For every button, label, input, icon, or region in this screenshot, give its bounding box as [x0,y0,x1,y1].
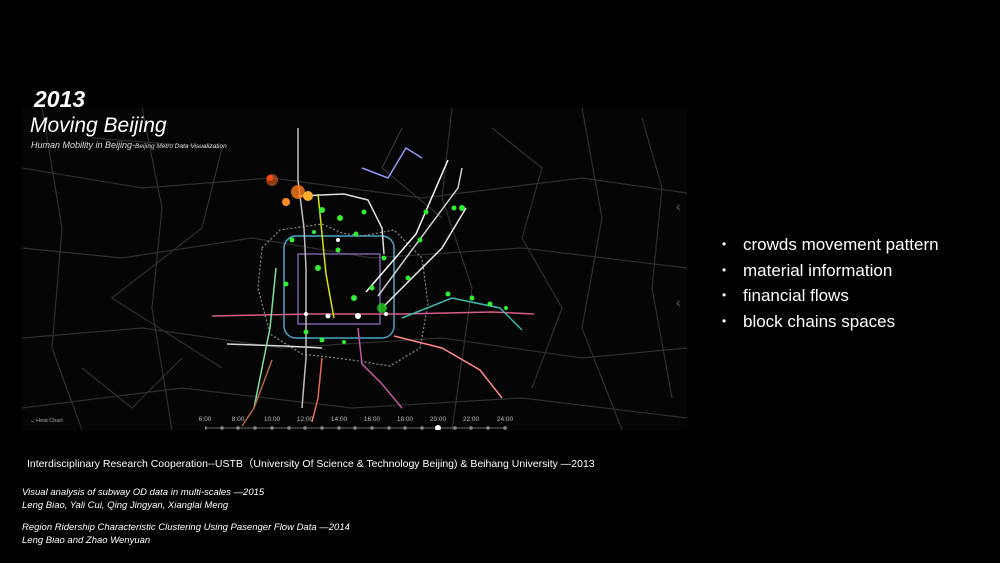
slider-handle[interactable] [435,425,441,430]
chevron-down-icon: ⌄ [30,418,35,424]
bullet-dot-icon: • [722,262,727,277]
reference-title: Region Ridership Characteristic Clusteri… [22,522,350,533]
visualization-title: Moving Beijing [30,114,167,137]
changping-line [361,146,423,179]
subtitle-small: Beijing Metro Data Visualization [135,143,227,150]
time-tick: 6:00 [198,416,212,423]
northeast-line-2 [377,167,463,297]
credit-line: Interdisciplinary Research Cooperation--… [27,458,595,470]
yizhuang-line [393,335,503,399]
fangshan-line [311,357,323,423]
bullet-list: • crowds movement pattern • material infor… [722,232,939,334]
time-tick: 20:00 [429,416,447,423]
heat-chart-label: Heat Chart [36,418,63,424]
visualization-subtitle: Human Mobility in Beijing-Beijing Metro … [31,140,227,150]
chevron-left-icon[interactable]: ‹ [676,294,681,310]
bullet-item: • crowds movement pattern [722,232,939,258]
time-tick: 16:00 [363,416,381,423]
time-tick: 8:00 [231,416,245,423]
south-line [357,327,403,409]
metro-map [22,108,687,430]
bullet-item: • material information [722,258,939,284]
western-line [297,128,307,409]
time-slider[interactable]: 6:00 8:00 10:00 12:00 14:00 16:00 18:00 … [199,416,525,430]
chevron-left-icon[interactable]: ‹ [676,198,681,214]
time-tick: 18:00 [396,416,414,423]
yellow-line [317,193,335,319]
bullet-text: crowds movement pattern [743,235,939,254]
time-track [205,425,507,430]
heat-points [266,174,508,344]
western-branch-line [253,267,277,409]
bullet-item: • block chains spaces [722,309,939,335]
time-tick: 12:00 [296,416,314,423]
east-west-line [211,311,535,317]
reference-authors: Leng Biao and Zhao Wenyuan [22,534,151,546]
bullet-dot-icon: • [722,288,727,302]
road-network [22,108,687,430]
bullet-item: • financial flows [722,283,939,309]
bullet-text: block chains spaces [743,311,896,331]
bullet-text: material information [743,260,893,280]
metro-visualization: ‹ ‹ ⌄ Heat Chart 6:00 8:00 10:00 12:00 1… [22,108,687,430]
bullet-dot-icon: • [722,237,727,251]
time-tick: 22:00 [462,416,480,423]
time-tick: 10:00 [263,416,281,423]
reference-1: Visual analysis of subway OD data in mul… [22,487,264,512]
reference-title: Visual analysis of subway OD data in mul… [22,487,265,498]
reference-authors: Leng Biao, Yali Cui, Qing Jingyan, Xiang… [22,499,229,511]
time-tick: 14:00 [330,416,348,423]
northeast-line [365,159,449,293]
heat-chart-toggle[interactable]: ⌄ Heat Chart [30,418,63,424]
play-icon[interactable]: ▶ [352,429,357,430]
northern-arc-line [297,193,385,255]
bullet-text: financial flows [743,286,849,305]
visualization-year: 2013 [34,86,86,112]
time-tick: 24:00 [496,416,514,423]
reference-2: Region Ridership Characteristic Clusteri… [22,522,350,547]
subtitle-main: Human Mobility in Beijing- [31,140,136,150]
bullet-dot-icon: • [722,313,727,328]
